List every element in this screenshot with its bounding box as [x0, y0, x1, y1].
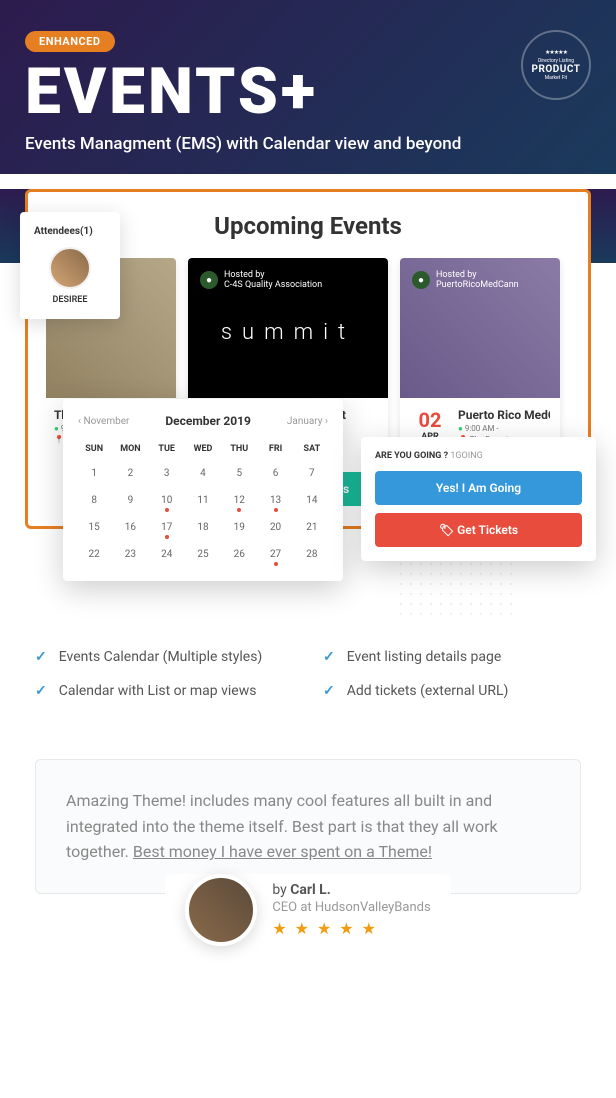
- event-card[interactable]: ● Hosted byPuertoRicoMedCann 02 APR Puer…: [400, 258, 560, 454]
- calendar-day[interactable]: 5: [223, 462, 255, 485]
- check-icon: ✓: [35, 683, 47, 699]
- calendar-current-month: December 2019: [165, 414, 251, 428]
- calendar-day[interactable]: 27: [259, 543, 291, 566]
- yes-going-button[interactable]: Yes! I Am Going: [375, 471, 582, 505]
- attendee-name: DESIREE: [34, 295, 106, 305]
- feature-text: Event listing details page: [347, 649, 502, 665]
- feature-item: ✓ Calendar with List or map views: [35, 683, 293, 699]
- author-avatar: [185, 874, 257, 946]
- calendar-dow: FRI: [259, 440, 291, 458]
- calendar-day[interactable]: 25: [187, 543, 219, 566]
- calendar-day[interactable]: 17: [151, 516, 183, 539]
- calendar-day[interactable]: 8: [78, 489, 110, 512]
- calendar-header: ‹ November December 2019 January ›: [78, 414, 328, 428]
- check-icon: ✓: [323, 683, 335, 699]
- summit-graphic: summit: [200, 320, 376, 345]
- testimonial-highlight: Best money I have ever spent on a Theme!: [133, 842, 432, 861]
- calendar-day[interactable]: 16: [114, 516, 146, 539]
- feature-text: Events Calendar (Multiple styles): [59, 649, 263, 665]
- hero-title: EVENTS+: [25, 60, 591, 124]
- calendar-day[interactable]: 9: [114, 489, 146, 512]
- calendar-day[interactable]: 19: [223, 516, 255, 539]
- hero-subtitle: Events Managment (EMS) with Calendar vie…: [25, 134, 591, 154]
- calendar-next[interactable]: January ›: [287, 416, 328, 427]
- calendar-dow: WED: [187, 440, 219, 458]
- feature-item: ✓ Events Calendar (Multiple styles): [35, 649, 293, 665]
- calendar-day[interactable]: 6: [259, 462, 291, 485]
- testimonial-section: Amazing Theme! includes many cool featur…: [0, 729, 616, 986]
- testimonial-author: by Carl L. CEO at HudsonValleyBands ★ ★ …: [165, 874, 450, 946]
- calendar-day[interactable]: 20: [259, 516, 291, 539]
- ticket-icon: 🏷: [439, 523, 454, 537]
- feature-text: Calendar with List or map views: [59, 683, 257, 699]
- attendee-avatar[interactable]: [49, 247, 91, 289]
- check-icon: ✓: [323, 649, 335, 665]
- host-icon: ●: [200, 271, 218, 289]
- calendar-day[interactable]: 4: [187, 462, 219, 485]
- feature-text: Add tickets (external URL): [347, 683, 509, 699]
- calendar-grid: SUNMONTUEWEDTHUFRISAT1234567891011121314…: [78, 440, 328, 566]
- enhanced-badge: ENHANCED: [25, 31, 115, 52]
- calendar-dow: THU: [223, 440, 255, 458]
- calendar-day[interactable]: 1: [78, 462, 110, 485]
- event-time: ● 9:00 AM -: [458, 424, 550, 433]
- calendar-day[interactable]: 21: [296, 516, 328, 539]
- calendar-dow: MON: [114, 440, 146, 458]
- calendar-day[interactable]: 7: [296, 462, 328, 485]
- calendar-day[interactable]: 26: [223, 543, 255, 566]
- upcoming-events-title: Upcoming Events: [46, 212, 570, 240]
- calendar-day[interactable]: 10: [151, 489, 183, 512]
- get-tickets-button[interactable]: 🏷 Get Tickets: [375, 513, 582, 547]
- badge-bottom-text: Market Fit: [545, 75, 567, 81]
- feature-item: ✓ Add tickets (external URL): [323, 683, 581, 699]
- going-count: 1GOING: [450, 451, 482, 461]
- calendar-dow: SUN: [78, 440, 110, 458]
- attendees-title: Attendees(1): [34, 226, 106, 237]
- check-icon: ✓: [35, 649, 47, 665]
- calendar-day[interactable]: 2: [114, 462, 146, 485]
- host-icon: ●: [412, 271, 430, 289]
- calendar-day[interactable]: 28: [296, 543, 328, 566]
- calendar-widget: ‹ November December 2019 January › SUNMO…: [63, 399, 343, 581]
- host-info: ● Hosted byC-4S Quality Association: [200, 270, 376, 290]
- calendar-day[interactable]: 11: [187, 489, 219, 512]
- author-role: CEO at HudsonValleyBands: [272, 900, 430, 915]
- event-day: 02: [410, 408, 450, 432]
- badge-main-text: PRODUCT: [532, 64, 581, 75]
- features-grid: ✓ Events Calendar (Multiple styles) ✓ Even…: [0, 559, 616, 729]
- hero-section: ENHANCED ★★★★★ Directory Listing PRODUCT…: [0, 0, 616, 174]
- author-byline: by Carl L.: [272, 882, 430, 898]
- feature-item: ✓ Event listing details page: [323, 649, 581, 665]
- calendar-dow: TUE: [151, 440, 183, 458]
- attendees-widget: Attendees(1) DESIREE: [20, 212, 120, 319]
- upcoming-events-panel: Upcoming Events Attendees(1) DESIREE ● H…: [25, 189, 591, 529]
- going-widget: ARE YOU GOING ? 1GOING Yes! I Am Going 🏷…: [361, 437, 596, 561]
- calendar-day[interactable]: 18: [187, 516, 219, 539]
- calendar-day[interactable]: 12: [223, 489, 255, 512]
- calendar-day[interactable]: 23: [114, 543, 146, 566]
- calendar-day[interactable]: 3: [151, 462, 183, 485]
- host-info: ● Hosted byPuertoRicoMedCann: [412, 270, 548, 290]
- star-rating: ★ ★ ★ ★ ★: [272, 919, 430, 938]
- calendar-day[interactable]: 13: [259, 489, 291, 512]
- calendar-dow: SAT: [296, 440, 328, 458]
- badge-stars: ★★★★★: [545, 49, 567, 56]
- event-image: ● Hosted byC-4S Quality Association summ…: [188, 258, 388, 398]
- product-fit-badge: ★★★★★ Directory Listing PRODUCT Market F…: [521, 30, 591, 100]
- calendar-prev[interactable]: ‹ November: [78, 416, 129, 427]
- event-image: ● Hosted byPuertoRicoMedCann: [400, 258, 560, 398]
- calendar-day[interactable]: 22: [78, 543, 110, 566]
- calendar-day[interactable]: 24: [151, 543, 183, 566]
- showcase-section: Upcoming Events Attendees(1) DESIREE ● H…: [0, 189, 616, 559]
- calendar-day[interactable]: 15: [78, 516, 110, 539]
- author-info: by Carl L. CEO at HudsonValleyBands ★ ★ …: [272, 882, 430, 938]
- event-name: Puerto Rico MedCan: [458, 408, 550, 422]
- going-title: ARE YOU GOING ? 1GOING: [375, 451, 582, 461]
- calendar-day[interactable]: 14: [296, 489, 328, 512]
